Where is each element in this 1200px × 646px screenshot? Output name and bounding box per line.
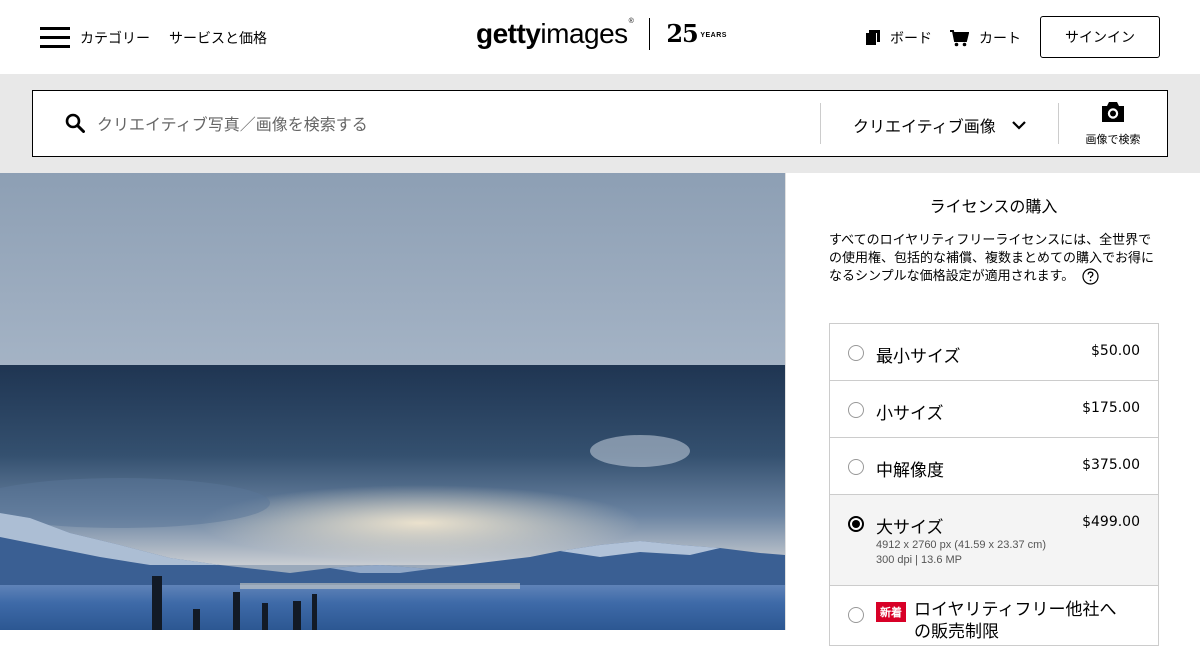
license-purchase-panel: ライセンスの購入 すべてのロイヤリティフリーライセンスには、全世界での使用権、包… xyxy=(785,173,1200,646)
stock-photo-lake-landscape[interactable] xyxy=(0,173,785,630)
size-option-smallest[interactable]: 最小サイズ $50.00 xyxy=(830,324,1158,381)
search-divider xyxy=(820,103,821,144)
cart-link[interactable]: カート xyxy=(950,28,1021,48)
lake-photo-image xyxy=(0,173,785,630)
size-option-small[interactable]: 小サイズ $175.00 xyxy=(830,381,1158,438)
search-band: クリエイティブ画像 画像で検索 xyxy=(0,74,1200,173)
site-header: カテゴリー サービスと価格 gettyimages® 25 YEARS ボード カ… xyxy=(0,0,1200,74)
radio-button[interactable] xyxy=(848,402,864,418)
image-type-label: クリエイティブ画像 xyxy=(853,117,996,136)
services-pricing-link[interactable]: サービスと価格 xyxy=(169,28,267,48)
size-option-details: 4912 x 2760 px (41.59 x 23.37 cm) 300 dp… xyxy=(876,538,1046,568)
radio-button[interactable] xyxy=(848,607,864,623)
camera-icon xyxy=(1100,101,1126,127)
cart-label: カート xyxy=(979,31,1021,47)
logo-25-years: 25 YEARS xyxy=(666,19,727,48)
size-option-medium[interactable]: 中解像度 $375.00 xyxy=(830,438,1158,495)
license-description: すべてのロイヤリティフリーライセンスには、全世界での使用権、包括的な補償、複数ま… xyxy=(829,232,1159,286)
logo-wordmark: gettyimages® xyxy=(476,18,634,49)
size-option-price: $175.00 xyxy=(1082,400,1140,416)
size-option-dimensions: 4912 x 2760 px (41.59 x 23.37 cm) xyxy=(876,539,1046,551)
size-option-resolution: 300 dpi | 13.6 MP xyxy=(876,554,963,566)
size-option-price: $50.00 xyxy=(1091,343,1140,359)
size-option-price: $375.00 xyxy=(1082,457,1140,473)
size-option-name: 大サイズ xyxy=(876,518,944,538)
boards-link[interactable]: ボード xyxy=(866,28,932,48)
license-description-text: すべてのロイヤリティフリーライセンスには、全世界での使用権、包括的な補償、複数ま… xyxy=(829,233,1155,284)
new-badge: 新着 xyxy=(876,602,906,622)
help-icon[interactable] xyxy=(1082,268,1100,285)
size-option-name: ロイヤリティフリー他社への販売制限 xyxy=(914,600,1117,642)
size-option-name: 最小サイズ xyxy=(876,347,961,367)
radio-button[interactable] xyxy=(848,459,864,475)
categories-link[interactable]: カテゴリー xyxy=(80,28,150,48)
search-icon[interactable] xyxy=(65,113,85,137)
boards-label: ボード xyxy=(890,31,932,47)
menu-icon[interactable] xyxy=(40,27,70,48)
chevron-down-icon xyxy=(1011,120,1026,130)
image-search-button[interactable]: 画像で検索 xyxy=(1059,91,1167,156)
signin-button[interactable]: サインイン xyxy=(1040,16,1160,58)
cart-icon xyxy=(950,29,969,47)
size-option-name: 小サイズ xyxy=(876,404,944,424)
size-option-exclusivity[interactable]: 新着 ロイヤリティフリー他社への販売制限 xyxy=(830,586,1158,646)
image-type-dropdown[interactable]: クリエイティブ画像 xyxy=(853,113,1026,137)
logo-divider xyxy=(649,18,651,50)
size-option-name: 中解像度 xyxy=(876,461,944,481)
image-search-label: 画像で検索 xyxy=(1085,132,1141,146)
getty-images-logo[interactable]: gettyimages® 25 YEARS xyxy=(476,18,727,50)
panel-title: ライセンスの購入 xyxy=(929,197,1058,216)
radio-button[interactable] xyxy=(848,345,864,361)
search-input[interactable] xyxy=(97,109,797,139)
size-option-price: $499.00 xyxy=(1082,514,1140,530)
search-bar: クリエイティブ画像 画像で検索 xyxy=(32,90,1168,157)
boards-icon xyxy=(866,30,880,46)
radio-button-selected[interactable] xyxy=(848,516,864,532)
size-options-list: 最小サイズ $50.00 小サイズ $175.00 中解像度 $375.00 大… xyxy=(829,323,1159,646)
size-option-large[interactable]: 大サイズ $499.00 4912 x 2760 px (41.59 x 23.… xyxy=(830,495,1158,586)
